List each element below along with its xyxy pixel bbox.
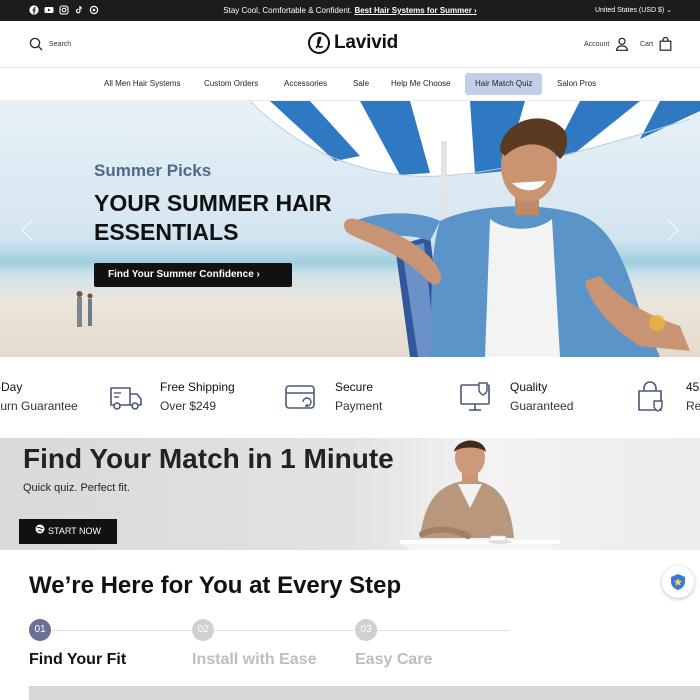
nav-item-custom-orders[interactable]: Custom Orders <box>194 73 268 95</box>
user-icon <box>616 37 629 51</box>
search-icon <box>29 37 43 51</box>
logo-text: Lavivid <box>334 32 399 53</box>
quiz-banner: Find Your Match in 1 Minute Quick quiz. … <box>0 438 700 550</box>
search-label: Search <box>49 40 72 48</box>
benefit-free-shipping: Free Shipping Over $249 <box>108 378 235 416</box>
hero-banner: Summer Picks YOUR SUMMER HAIR ESSENTIALS… <box>0 101 700 357</box>
search-button[interactable]: Search <box>29 37 71 51</box>
quiz-subtitle: Quick quiz. Perfect fit. <box>23 482 130 494</box>
benefit-secure-payment: Secure Payment <box>283 378 382 416</box>
benefit-title: Secure <box>335 380 374 394</box>
hero-subtitle: Summer Picks <box>94 161 212 180</box>
nav-item-help-me-choose[interactable]: Help Me Choose <box>381 73 461 95</box>
step-label-install-with-ease[interactable]: Install with Ease <box>192 651 316 669</box>
bag-shield-icon <box>638 381 663 412</box>
benefit-subtitle: Re <box>686 399 700 413</box>
chevron-right-icon[interactable] <box>666 219 680 241</box>
globe-icon <box>35 519 45 544</box>
steps-heading: We’re Here for You at Every Step <box>29 572 402 599</box>
account-link[interactable]: Account <box>584 37 629 51</box>
benefit-subtitle: turn Guarantee <box>0 399 78 413</box>
benefits-strip: -Day turn Guarantee Free Shipping Over $… <box>0 357 700 438</box>
nav-item-all-men-hair-systems[interactable]: All Men Hair Systems <box>94 73 190 95</box>
start-quiz-button[interactable]: START NOW <box>19 519 117 544</box>
chevron-left-icon[interactable] <box>20 219 34 241</box>
announcement-link[interactable]: Best Hair Systems for Summer › <box>354 6 476 15</box>
currency-selector[interactable]: United States (USD $) ⌄ <box>595 6 672 14</box>
benefit-quality: Quality Guaranteed <box>458 378 573 416</box>
site-header: Search Lavivid Account Cart <box>0 21 700 68</box>
step-number-2[interactable]: 02 <box>192 619 214 641</box>
benefit-title: -Day <box>0 380 23 394</box>
cart-link[interactable]: Cart <box>640 37 672 51</box>
shopping-bag-icon <box>659 37 672 51</box>
benefit-title: Quality <box>510 380 548 394</box>
shield-star-icon <box>671 574 685 590</box>
benefit-return-policy: 45 Re <box>634 378 700 416</box>
logo-mark-icon <box>308 32 330 54</box>
truck-icon <box>110 387 142 410</box>
nav-item-sale[interactable]: Sale <box>343 73 379 95</box>
floating-review-badge[interactable] <box>662 566 694 598</box>
quiz-title: Find Your Match in 1 Minute <box>23 443 394 474</box>
quiz-image <box>400 440 560 550</box>
account-label: Account <box>584 40 610 48</box>
cart-label: Cart <box>640 40 654 48</box>
nav-item-accessories[interactable]: Accessories <box>274 73 337 95</box>
hero-cta-button[interactable]: Find Your Summer Confidence › <box>94 263 292 287</box>
step-content-panel <box>29 686 700 700</box>
step-number-3[interactable]: 03 <box>355 619 377 641</box>
benefit-subtitle: Payment <box>335 399 383 413</box>
nav-item-salon-pros[interactable]: Salon Pros <box>547 73 606 95</box>
step-label-easy-care[interactable]: Easy Care <box>355 651 432 669</box>
steps-progress-line <box>50 630 510 631</box>
step-number-1[interactable]: 01 <box>29 619 51 641</box>
quality-icon <box>460 382 490 411</box>
start-quiz-label: START NOW <box>48 526 102 536</box>
secure-payment-icon <box>285 385 315 409</box>
step-label-find-your-fit[interactable]: Find Your Fit <box>29 651 126 669</box>
benefit-title: Free Shipping <box>160 380 235 394</box>
nav-item-hair-match-quiz[interactable]: Hair Match Quiz <box>465 73 543 95</box>
main-nav: All Men Hair Systems Custom Orders Acces… <box>0 68 700 101</box>
logo[interactable]: Lavivid <box>308 32 398 54</box>
announcement-bar: Stay Cool, Comfortable & Confident. Best… <box>0 0 700 21</box>
benefit-return: -Day turn Guarantee <box>0 378 78 416</box>
benefit-title: 45 <box>686 380 700 394</box>
announcement-message: Stay Cool, Comfortable & Confident. <box>223 6 353 15</box>
hero-title: YOUR SUMMER HAIR ESSENTIALS <box>94 190 332 245</box>
benefit-subtitle: Over $249 <box>160 399 217 413</box>
benefit-subtitle: Guaranteed <box>510 399 574 413</box>
